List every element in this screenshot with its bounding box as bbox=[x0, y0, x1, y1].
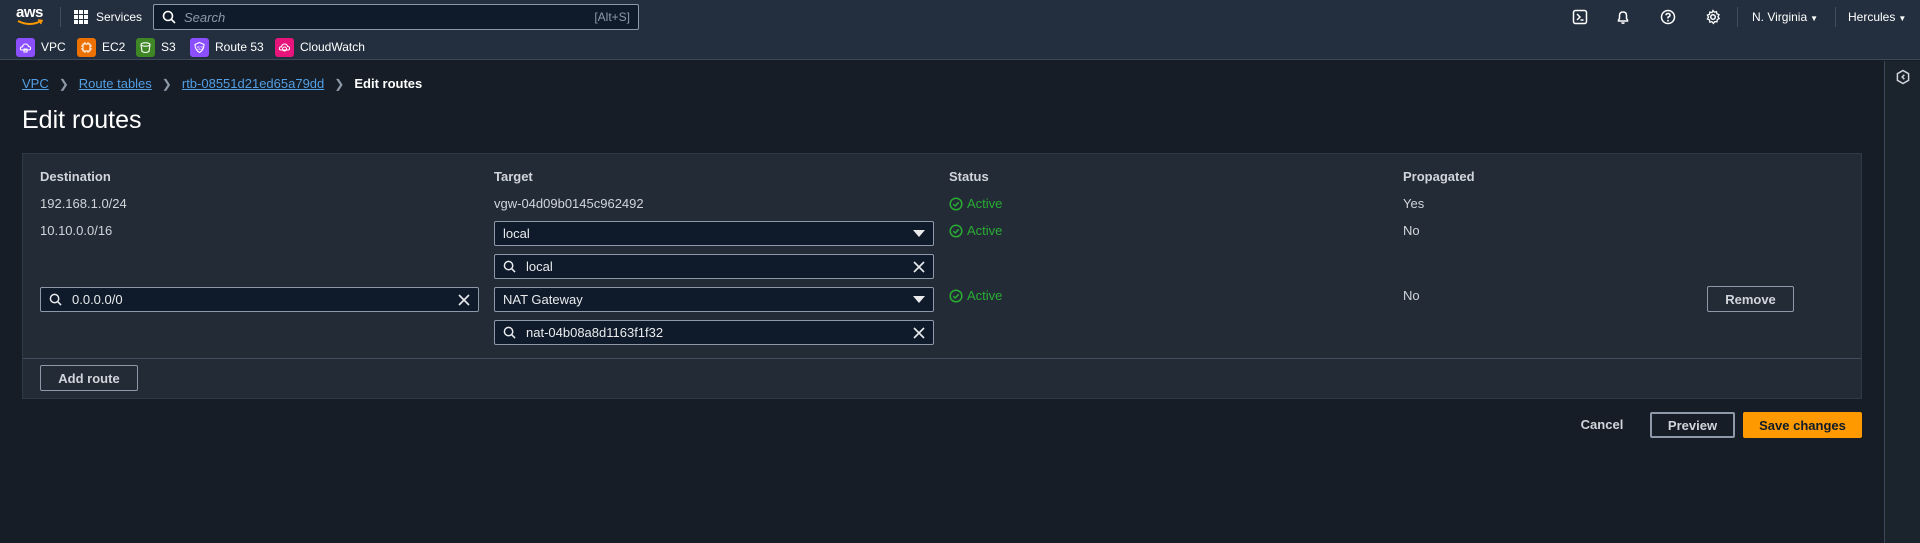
favorite-route53[interactable]: 53 Route 53 bbox=[190, 37, 264, 57]
caret-down-icon: ▼ bbox=[1898, 14, 1907, 23]
svg-text:53: 53 bbox=[197, 45, 203, 51]
panel-divider bbox=[23, 358, 1861, 359]
services-label: Services bbox=[96, 10, 143, 24]
route53-service-icon: 53 bbox=[190, 37, 209, 57]
status-text: Active bbox=[967, 288, 1003, 303]
cloudshell-icon[interactable] bbox=[1571, 8, 1589, 26]
page-title: Edit routes bbox=[22, 106, 142, 134]
route-destination: 10.10.0.0/16 bbox=[40, 223, 113, 238]
target-search-value: nat-04b08a8d1163f1f32 bbox=[526, 325, 664, 340]
favorite-label: CloudWatch bbox=[300, 40, 365, 54]
target-type-select[interactable]: NAT Gateway bbox=[494, 287, 934, 312]
status-badge: Active bbox=[949, 288, 1002, 303]
top-nav-main-row: aws Services Search [Alt+S] N. Virginia … bbox=[0, 0, 1920, 34]
breadcrumb-link-route-tables[interactable]: Route tables bbox=[79, 76, 152, 91]
region-label: N. Virginia bbox=[1752, 10, 1808, 24]
route-destination: 192.168.1.0/24 bbox=[40, 196, 127, 211]
favorite-label: S3 bbox=[161, 40, 176, 54]
breadcrumb-link-route-table[interactable]: rtb-08551d21ed65a79dd bbox=[182, 76, 324, 91]
preview-button[interactable]: Preview bbox=[1650, 412, 1735, 438]
notifications-icon[interactable] bbox=[1614, 8, 1632, 26]
favorite-label: EC2 bbox=[102, 40, 126, 54]
clear-icon[interactable] bbox=[913, 260, 925, 273]
target-type-select[interactable]: local bbox=[494, 221, 934, 246]
remove-route-button[interactable]: Remove bbox=[1707, 286, 1794, 312]
route-propagated: No bbox=[1403, 223, 1420, 238]
global-search-input[interactable]: Search [Alt+S] bbox=[153, 4, 639, 30]
top-navigation: aws Services Search [Alt+S] N. Virginia … bbox=[0, 0, 1920, 60]
destination-search-input[interactable]: 0.0.0.0/0 bbox=[40, 287, 479, 312]
vpc-service-icon bbox=[16, 37, 35, 57]
caret-down-icon bbox=[913, 230, 925, 237]
favorite-label: Route 53 bbox=[215, 40, 264, 54]
favorite-cloudwatch[interactable]: CloudWatch bbox=[275, 37, 365, 57]
ec2-service-icon bbox=[77, 37, 96, 57]
region-selector[interactable]: N. Virginia ▼ bbox=[1752, 10, 1818, 24]
aws-logo[interactable]: aws bbox=[16, 4, 46, 28]
save-changes-button[interactable]: Save changes bbox=[1743, 412, 1862, 438]
cloudwatch-service-icon bbox=[275, 37, 294, 57]
target-search-input[interactable]: nat-04b08a8d1163f1f32 bbox=[494, 320, 934, 345]
services-grid-icon bbox=[74, 10, 88, 24]
favorite-label: VPC bbox=[41, 40, 66, 54]
search-icon bbox=[503, 260, 516, 273]
route-propagated: No bbox=[1403, 288, 1420, 303]
favorite-ec2[interactable]: EC2 bbox=[77, 37, 125, 57]
chevron-right-icon: ❯ bbox=[334, 76, 345, 91]
column-header-status: Status bbox=[949, 169, 989, 184]
search-icon bbox=[162, 10, 176, 24]
help-icon[interactable] bbox=[1659, 8, 1677, 26]
cancel-button[interactable]: Cancel bbox=[1573, 410, 1631, 438]
column-header-target: Target bbox=[494, 169, 533, 184]
target-search-value: local bbox=[526, 259, 553, 274]
status-badge: Active bbox=[949, 223, 1002, 238]
clear-icon[interactable] bbox=[913, 326, 925, 339]
destination-value: 0.0.0.0/0 bbox=[72, 292, 123, 307]
breadcrumb: VPC ❯ Route tables ❯ rtb-08551d21ed65a79… bbox=[22, 76, 422, 91]
check-circle-icon bbox=[949, 288, 963, 303]
breadcrumb-current: Edit routes bbox=[354, 76, 423, 91]
column-header-propagated: Propagated bbox=[1403, 169, 1475, 184]
search-shortcut: [Alt+S] bbox=[594, 10, 630, 24]
status-text: Active bbox=[967, 196, 1003, 211]
target-search-input[interactable]: local bbox=[494, 254, 934, 279]
account-menu[interactable]: Hercules ▼ bbox=[1848, 10, 1906, 24]
routes-editor-panel: Destination Target Status Propagated 192… bbox=[22, 153, 1862, 399]
favorite-vpc[interactable]: VPC bbox=[16, 37, 66, 57]
target-type-value: NAT Gateway bbox=[503, 292, 583, 307]
nav-divider bbox=[60, 7, 61, 27]
chevron-right-icon: ❯ bbox=[161, 76, 172, 91]
status-text: Active bbox=[967, 223, 1003, 238]
status-badge: Active bbox=[949, 196, 1002, 211]
target-type-value: local bbox=[503, 226, 530, 241]
favorites-bar: VPC EC2 S3 53 Route 53 CloudWatch bbox=[0, 34, 1920, 60]
column-header-destination: Destination bbox=[40, 169, 111, 184]
chevron-right-icon: ❯ bbox=[58, 76, 69, 91]
aws-smile-icon bbox=[17, 19, 43, 25]
settings-icon[interactable] bbox=[1704, 8, 1722, 26]
right-utility-rail bbox=[1884, 61, 1920, 543]
clear-icon[interactable] bbox=[458, 293, 470, 306]
breadcrumb-link-vpc[interactable]: VPC bbox=[22, 76, 49, 91]
route-target: vgw-04d09b0145c962492 bbox=[494, 196, 644, 211]
s3-service-icon bbox=[136, 37, 155, 57]
nav-divider bbox=[1835, 7, 1836, 27]
info-panel-toggle-icon[interactable] bbox=[1895, 69, 1911, 85]
nav-divider bbox=[1737, 7, 1738, 27]
search-icon bbox=[49, 293, 62, 306]
check-circle-icon bbox=[949, 196, 963, 211]
services-menu-button[interactable]: Services bbox=[74, 8, 142, 26]
add-route-button[interactable]: Add route bbox=[40, 365, 138, 391]
search-icon bbox=[503, 326, 516, 339]
user-label: Hercules bbox=[1848, 10, 1896, 24]
favorite-s3[interactable]: S3 bbox=[136, 37, 176, 57]
check-circle-icon bbox=[949, 223, 963, 238]
caret-down-icon: ▼ bbox=[1810, 14, 1819, 23]
caret-down-icon bbox=[913, 296, 925, 303]
search-placeholder: Search bbox=[184, 9, 226, 25]
route-propagated: Yes bbox=[1403, 196, 1425, 211]
